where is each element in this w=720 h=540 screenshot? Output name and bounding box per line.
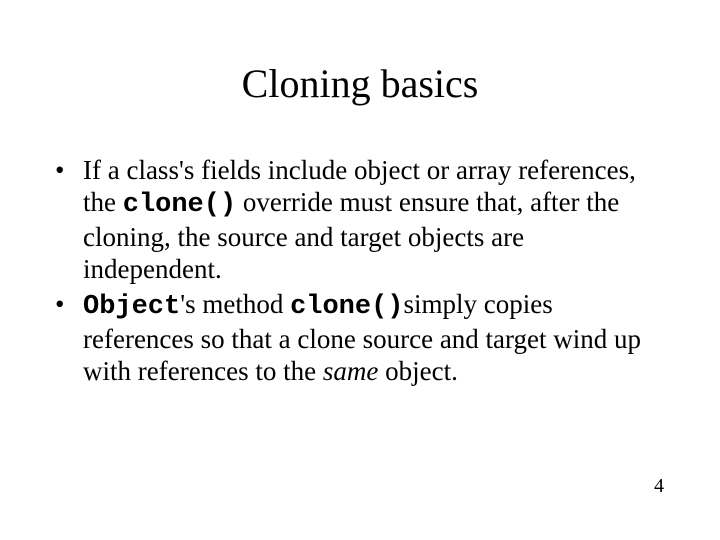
italic-run: same — [323, 356, 379, 386]
slide-body: • If a class's fields include object or … — [55, 155, 665, 392]
bullet-item: • Object's method clone()simply copies r… — [55, 289, 665, 388]
slide-title: Cloning basics — [0, 60, 720, 107]
text-run: object. — [378, 356, 457, 386]
bullet-marker-icon: • — [55, 289, 83, 388]
code-run: Object — [83, 292, 180, 322]
slide: Cloning basics • If a class's fields inc… — [0, 0, 720, 540]
code-run: clone() — [123, 190, 236, 220]
bullet-text: Object's method clone()simply copies ref… — [83, 289, 665, 388]
page-number: 4 — [654, 475, 664, 498]
bullet-item: • If a class's fields include object or … — [55, 155, 665, 285]
bullet-marker-icon: • — [55, 155, 83, 285]
bullet-text: If a class's fields include object or ar… — [83, 155, 665, 285]
text-run: 's method — [180, 289, 290, 319]
code-run: clone() — [290, 292, 403, 322]
